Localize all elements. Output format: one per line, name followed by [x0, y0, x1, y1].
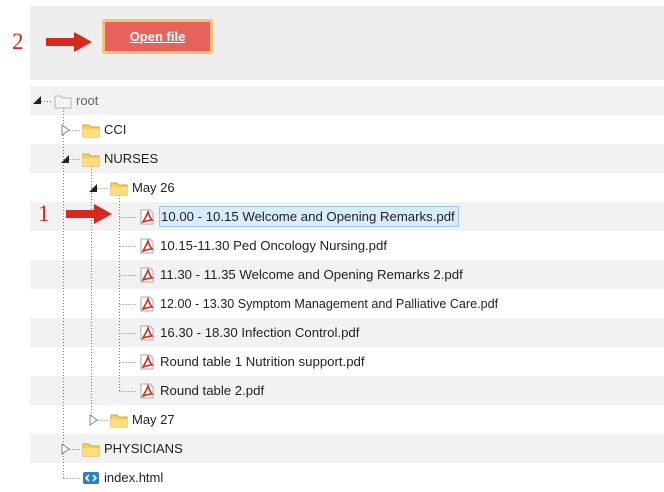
- collapse-toggle-icon[interactable]: [87, 182, 99, 194]
- pdf-file-icon: [138, 295, 156, 312]
- tree-node-root[interactable]: root: [54, 86, 98, 115]
- tree-file[interactable]: 10.15-11.30 Ped Oncology Nursing.pdf: [138, 231, 387, 260]
- folder-open-icon: [110, 180, 128, 196]
- expand-toggle-icon[interactable]: [59, 443, 71, 455]
- folder-icon: [82, 122, 100, 138]
- expand-toggle-icon[interactable]: [87, 414, 99, 426]
- collapse-toggle-icon[interactable]: [59, 153, 71, 165]
- pdf-file-icon: [138, 208, 156, 225]
- pdf-file-icon: [138, 382, 156, 399]
- pdf-file-icon: [138, 266, 156, 283]
- tree-node-nurses[interactable]: NURSES: [82, 144, 158, 173]
- pdf-file-icon: [138, 324, 156, 341]
- tree-node-may27[interactable]: May 27: [110, 405, 175, 434]
- pdf-file-icon: [138, 353, 156, 370]
- folder-icon: [110, 412, 128, 428]
- tree-file[interactable]: 16.30 - 18.30 Infection Control.pdf: [138, 318, 359, 347]
- folder-icon: [54, 93, 72, 109]
- tree-file-index[interactable]: index.html: [82, 463, 163, 492]
- html-file-icon: [82, 470, 100, 486]
- folder-icon: [82, 441, 100, 457]
- step-1-arrow-icon: [66, 204, 112, 224]
- tree-file[interactable]: Round table 2.pdf: [138, 376, 264, 405]
- tree-file[interactable]: 12.00 - 13.30 Symptom Management and Pal…: [138, 289, 498, 318]
- folder-open-icon: [82, 151, 100, 167]
- pdf-file-icon: [138, 237, 156, 254]
- step-1-marker: 1: [38, 201, 50, 226]
- tree-node-cci[interactable]: CCI: [82, 115, 126, 144]
- tree-node-may26[interactable]: May 26: [110, 173, 175, 202]
- tree-file[interactable]: 11.30 - 11.35 Welcome and Opening Remark…: [138, 260, 463, 289]
- tree-file[interactable]: Round table 1 Nutrition support.pdf: [138, 347, 365, 376]
- expand-toggle-icon[interactable]: [59, 124, 71, 136]
- tree-node-physicians[interactable]: PHYSICIANS: [82, 434, 183, 463]
- tree-file-selected[interactable]: 10.00 - 10.15 Welcome and Opening Remark…: [138, 202, 459, 231]
- collapse-toggle-icon[interactable]: [31, 94, 43, 106]
